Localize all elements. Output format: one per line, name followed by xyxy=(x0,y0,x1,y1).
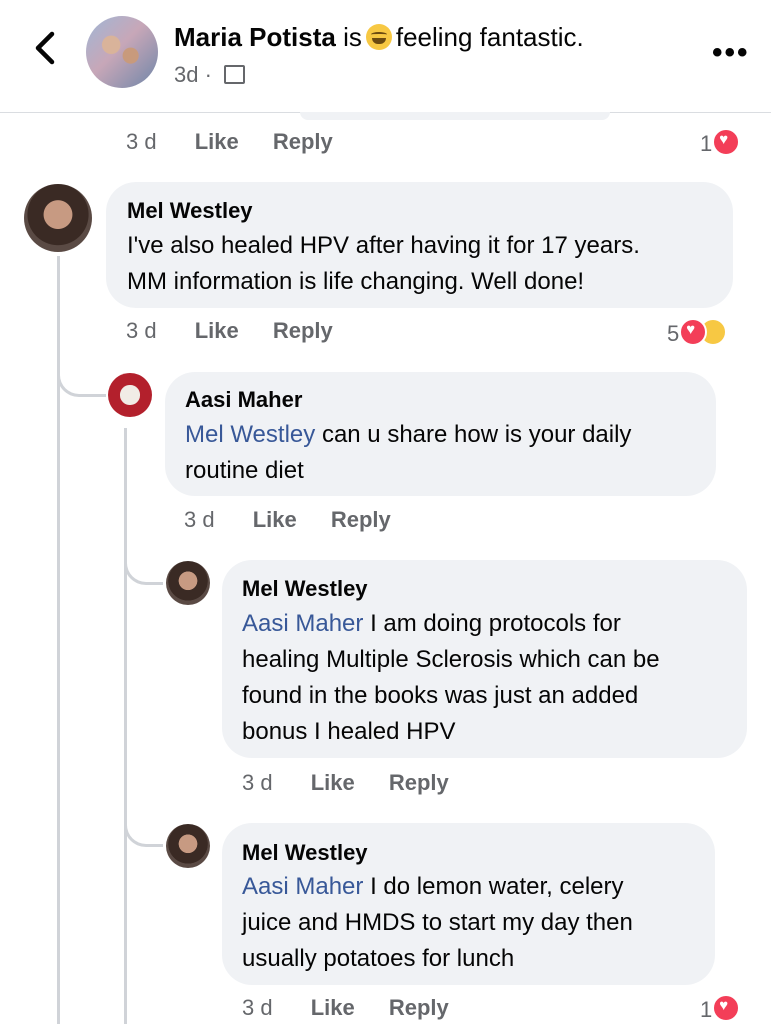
comment-line: juice and HMDS to start my day then xyxy=(242,909,633,936)
post-header: Maria Potista is feeling fantastic. 3d · … xyxy=(0,0,771,113)
comment-actions: 3 d Like Reply xyxy=(126,318,333,344)
reply-button[interactable]: Reply xyxy=(389,995,449,1021)
love-reaction-icon xyxy=(712,128,741,156)
comment-time[interactable]: 3 d xyxy=(242,995,273,1021)
meta-separator: · xyxy=(204,62,212,87)
comment-author[interactable]: Aasi Maher xyxy=(185,387,302,413)
like-button[interactable]: Like xyxy=(195,129,239,155)
comment-line: can u share how is your daily xyxy=(321,421,632,448)
like-button[interactable]: Like xyxy=(195,318,239,344)
comment-actions: 3 d Like Reply xyxy=(184,507,391,533)
comment-text: I've also healed HPV after having it for… xyxy=(127,228,640,300)
like-button[interactable]: Like xyxy=(311,770,355,796)
mention-link[interactable]: Aasi Maher xyxy=(242,873,363,900)
comment-text: Aasi Maher I do lemon water, celery juic… xyxy=(242,869,633,977)
comment-line: bonus I healed HPV xyxy=(242,718,456,745)
reaction-number: 1 xyxy=(700,131,713,156)
more-options-icon[interactable]: ••• xyxy=(712,36,750,70)
thread-branch xyxy=(124,800,163,847)
back-chevron-icon[interactable] xyxy=(28,28,62,68)
reaction-count[interactable]: 5 xyxy=(667,318,728,347)
comment-text: Aasi Maher I am doing protocols for heal… xyxy=(242,606,660,750)
comment-line: healing Multiple Sclerosis which can be xyxy=(242,646,660,673)
post-meta: 3d · xyxy=(174,62,246,88)
avatar[interactable] xyxy=(108,373,152,417)
post-title: Maria Potista is feeling fantastic. xyxy=(174,22,584,53)
comment-time[interactable]: 3 d xyxy=(126,129,157,155)
mention-link[interactable]: Mel Westley xyxy=(185,421,315,448)
avatar[interactable] xyxy=(166,824,210,868)
comment-line: MM information is life changing. Well do… xyxy=(127,268,585,295)
thread-line-reply xyxy=(124,428,127,1024)
comment-time[interactable]: 3 d xyxy=(242,770,273,796)
thread-branch xyxy=(124,538,163,585)
reaction-number: 5 xyxy=(667,321,680,346)
reply-button[interactable]: Reply xyxy=(331,507,391,533)
comment-author[interactable]: Mel Westley xyxy=(242,576,368,602)
comment-line: I've also healed HPV after having it for… xyxy=(127,232,640,259)
comment-line: usually potatoes for lunch xyxy=(242,945,515,972)
reply-button[interactable]: Reply xyxy=(273,318,333,344)
reply-button[interactable]: Reply xyxy=(389,770,449,796)
comment-line: I do lemon water, celery xyxy=(370,873,624,900)
profile-avatar[interactable] xyxy=(86,16,158,88)
previous-comment-bubble-edge xyxy=(300,112,610,120)
comment-line: routine diet xyxy=(185,457,304,484)
comment-time[interactable]: 3 d xyxy=(184,507,215,533)
is-text: is xyxy=(343,22,362,52)
post-time[interactable]: 3d xyxy=(174,62,198,87)
comment-time[interactable]: 3 d xyxy=(126,318,157,344)
avatar[interactable] xyxy=(24,184,92,252)
reaction-number: 1 xyxy=(700,997,713,1022)
comment-author[interactable]: Mel Westley xyxy=(127,198,253,224)
comment-actions: 3 d Like Reply xyxy=(242,995,449,1021)
comment-actions: 3 d Like Reply xyxy=(242,770,449,796)
love-reaction-icon xyxy=(712,994,741,1022)
mention-link[interactable]: Aasi Maher xyxy=(242,610,363,637)
photo-privacy-icon xyxy=(224,65,246,84)
comment-text: Mel Westley can u share how is your dail… xyxy=(185,417,631,489)
reaction-count[interactable]: 1 xyxy=(700,128,741,157)
comment-author[interactable]: Mel Westley xyxy=(242,840,368,866)
top-comment-actions: 3 d Like Reply xyxy=(126,129,333,155)
comment-line: found in the books was just an added xyxy=(242,682,639,709)
like-button[interactable]: Like xyxy=(311,995,355,1021)
feeling-text: feeling fantastic. xyxy=(395,22,584,52)
like-button[interactable]: Like xyxy=(253,507,297,533)
grinning-face-emoji-icon xyxy=(365,24,392,50)
avatar[interactable] xyxy=(166,561,210,605)
comment-line: I am doing protocols for xyxy=(370,610,621,637)
thread-branch xyxy=(57,346,106,397)
poster-name[interactable]: Maria Potista xyxy=(174,22,336,52)
reply-button[interactable]: Reply xyxy=(273,129,333,155)
reaction-count[interactable]: 1 xyxy=(700,994,741,1023)
